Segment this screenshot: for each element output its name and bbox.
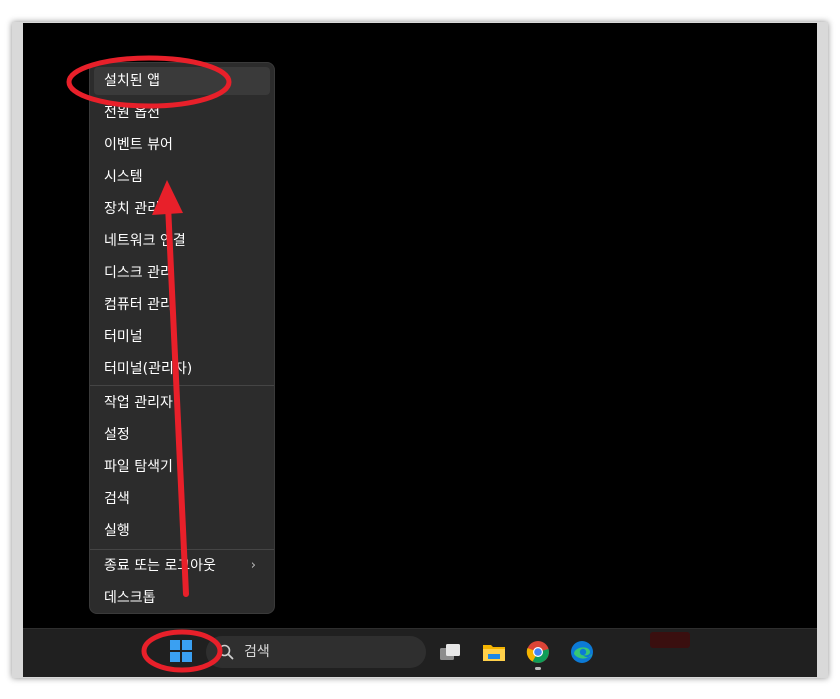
arrow-up-shaft (165, 202, 189, 597)
annotation-overlay (66, 55, 232, 673)
ellipse-around-start-button (141, 629, 223, 673)
ellipse-around-installed-apps (66, 55, 232, 109)
arrow-up-head (152, 180, 183, 215)
